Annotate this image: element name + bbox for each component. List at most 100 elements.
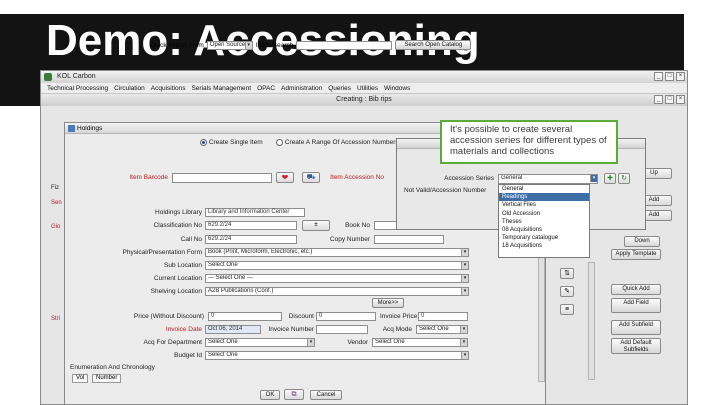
accession-option-vertical-files[interactable]: Vertical Files	[499, 201, 589, 209]
chevron-down-icon: ▾	[461, 249, 468, 256]
chevron-down-icon: ▾	[244, 41, 252, 49]
classification-lookup-icon[interactable]: ±	[302, 220, 330, 231]
inner-minimize-icon[interactable]: _	[654, 95, 663, 104]
acq-department-label: Acq For Department	[143, 339, 202, 346]
strip-label-3: Gio	[51, 224, 61, 230]
shelving-location-select[interactable]: A2B Publications (Conf.) ▾	[205, 287, 469, 296]
physical-form-select[interactable]: Book (Print, Microform, Electronic, etc.…	[205, 248, 469, 257]
call-no-input[interactable]: 629.2/24	[205, 235, 297, 244]
edit-icon[interactable]: ✎	[560, 286, 574, 297]
accession-option-readings[interactable]: Readings	[499, 193, 589, 202]
vendor-select[interactable]: Select One ▾	[372, 338, 468, 347]
holdings-library-input[interactable]: Library and Information Center	[205, 208, 305, 217]
price-label: Price (Without Discount)	[133, 313, 204, 320]
accession-option-18-acquisitions[interactable]: 18 Acquisitions	[499, 242, 589, 250]
holdings-title: Holdings	[77, 125, 103, 132]
accession-series-label: Accession Series	[444, 175, 494, 182]
radio-single-label: Create Single Item	[208, 139, 263, 147]
strip-label-2: Sen	[51, 200, 62, 206]
classification-input[interactable]: 629.2/24	[205, 221, 297, 230]
menu-windows[interactable]: Windows	[384, 83, 410, 93]
main-scrollbar[interactable]	[588, 262, 595, 380]
apply-template-button[interactable]: Apply Template	[611, 249, 661, 260]
app-titlebar: KOL Carbon _ □ ×	[41, 71, 687, 83]
price-input[interactable]: 0	[208, 312, 282, 321]
budget-id-value: Select One	[208, 352, 238, 358]
vendor-value: Select One	[375, 339, 405, 345]
list-icon[interactable]: ≡	[560, 304, 574, 315]
maximize-icon[interactable]: □	[665, 72, 674, 81]
quick-import-source-select[interactable]: Open Source ▾	[206, 40, 253, 50]
discount-input[interactable]: 0	[316, 312, 376, 321]
inner-close-icon[interactable]: ×	[676, 95, 685, 104]
invoice-date-label: Invoice Date	[165, 326, 202, 333]
chevron-down-icon: ▾	[461, 275, 468, 282]
copy-icon[interactable]: ⧉	[284, 389, 304, 400]
isbn-search-input[interactable]	[296, 40, 393, 50]
ok-button[interactable]: OK	[260, 390, 280, 400]
menu-circulation[interactable]: Circulation	[114, 83, 145, 93]
refresh-icon[interactable]: ↻	[618, 173, 630, 184]
add-default-subfields-button[interactable]: Add Default Subfields	[611, 338, 661, 354]
chevron-down-icon: ▾	[461, 262, 468, 269]
add-field-button[interactable]: Add Field	[611, 298, 661, 313]
copy-number-input[interactable]	[374, 235, 444, 244]
tab-number[interactable]: Number	[92, 374, 122, 383]
app-logo-icon	[44, 73, 52, 81]
quick-add-button[interactable]: Quick Add	[611, 284, 661, 295]
budget-id-select[interactable]: Select One ▾	[205, 351, 469, 360]
shelving-location-value: A2B Publications (Conf.)	[208, 288, 274, 294]
classification-label: Classification No	[153, 222, 202, 229]
current-location-select[interactable]: --- Select One --- ▾	[205, 274, 469, 283]
accession-series-select[interactable]: General ▾	[498, 174, 598, 184]
quick-import-row: Quick Import From Open Source ▾ ISBN Sear…	[150, 40, 472, 50]
menu-acquisitions[interactable]: Acquisitions	[151, 83, 186, 93]
chevron-down-icon: ▾	[461, 288, 468, 295]
invoice-price-label: Invoice Price	[380, 313, 418, 320]
book-no-label: Book No	[345, 222, 370, 229]
invoice-price-input[interactable]: 0	[418, 312, 468, 321]
invoice-date-input[interactable]: Oct 06, 2014	[205, 325, 261, 334]
menu-queries[interactable]: Queries	[328, 83, 351, 93]
accession-option-08-acquisitions[interactable]: 08 Acquisitions	[499, 226, 589, 234]
shelving-location-label: Shelving Location	[150, 288, 202, 295]
radio-single-item[interactable]: Create Single Item	[200, 139, 263, 146]
cancel-button[interactable]: Cancel	[310, 390, 342, 400]
chevron-down-icon: ▾	[460, 339, 467, 346]
accession-option-general[interactable]: General	[499, 185, 589, 193]
item-accession-label: Item Accession No	[330, 174, 384, 181]
menu-technical-processing[interactable]: Technical Processing	[47, 83, 108, 93]
search-open-catalog-button[interactable]: Search Open Catalog	[395, 40, 472, 50]
tab-vol[interactable]: Vol	[72, 374, 89, 383]
down-button[interactable]: Down	[624, 236, 660, 247]
radio-range[interactable]: Create A Range Of Accession Numbers	[276, 139, 399, 146]
item-barcode-input[interactable]	[172, 173, 272, 183]
chevron-down-icon: ▾	[461, 352, 468, 359]
close-icon[interactable]: ×	[676, 72, 685, 81]
physical-form-label: Physical/Presentation Form	[122, 249, 202, 256]
call-no-label: Call No	[180, 236, 202, 243]
move-icon[interactable]: ⇅	[560, 268, 574, 279]
menu-serials-management[interactable]: Serials Management	[191, 83, 251, 93]
inner-maximize-icon[interactable]: □	[665, 95, 674, 104]
menu-opac[interactable]: OPAC	[257, 83, 275, 93]
more-button[interactable]: More>>	[372, 298, 404, 308]
minimize-icon[interactable]: _	[654, 72, 663, 81]
accession-option-old-accession[interactable]: Old Accession	[499, 210, 589, 218]
add-subfield-button[interactable]: Add Subfield	[611, 320, 661, 335]
invoice-number-input[interactable]	[316, 325, 368, 334]
acq-mode-select[interactable]: Select One ▾	[416, 325, 468, 334]
cart-icon[interactable]: ⛟	[302, 172, 320, 183]
heart-icon[interactable]: ❤	[276, 172, 294, 183]
item-barcode-label: Item Barcode	[129, 174, 168, 181]
accession-option-theses[interactable]: Theses	[499, 218, 589, 226]
add-series-icon[interactable]: ✚	[604, 173, 616, 184]
menu-utilities[interactable]: Utilities	[357, 83, 378, 93]
menu-administration[interactable]: Administration	[281, 83, 322, 93]
sub-location-select[interactable]: Select One ▾	[205, 261, 469, 270]
holdings-library-label: Holdings Library	[155, 209, 202, 216]
acq-department-select[interactable]: Select One ▾	[205, 338, 315, 347]
not-valid-accession-label: Not Valid/Accession Number	[404, 187, 487, 194]
acq-mode-label: Acq Mode	[382, 326, 412, 333]
accession-option-temporary-catalogue[interactable]: Temporary catalogue	[499, 234, 589, 242]
